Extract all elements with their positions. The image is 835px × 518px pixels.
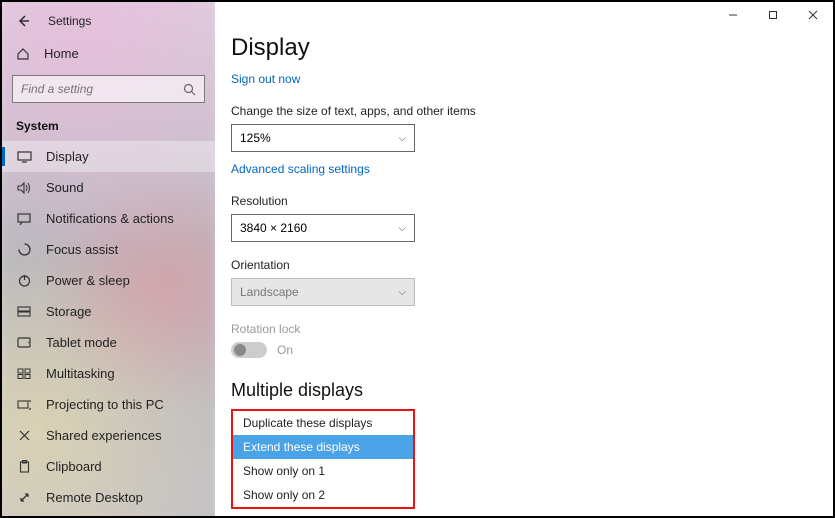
sign-out-link[interactable]: Sign out now [231, 72, 300, 86]
sidebar-item-label: Power & sleep [46, 273, 130, 288]
multi-option-duplicate[interactable]: Duplicate these displays [233, 411, 413, 435]
resolution-value: 3840 × 2160 [240, 221, 307, 235]
section-header: System [2, 115, 215, 141]
resolution-select[interactable]: 3840 × 2160 ⌵ [231, 214, 415, 242]
scale-select[interactable]: 125% ⌵ [231, 124, 415, 152]
home-icon [16, 47, 30, 61]
sidebar: Settings Home System [2, 2, 215, 516]
sidebar-item-label: Display [46, 149, 89, 164]
sidebar-item-projecting[interactable]: Projecting to this PC [2, 389, 215, 420]
chevron-down-icon: ⌵ [398, 287, 406, 298]
sidebar-item-tablet-mode[interactable]: Tablet mode [2, 327, 215, 358]
sidebar-item-label: Sound [46, 180, 84, 195]
sidebar-item-focus-assist[interactable]: Focus assist [2, 234, 215, 265]
sidebar-item-label: Tablet mode [46, 335, 117, 350]
chevron-down-icon: ⌵ [398, 133, 406, 144]
remote-desktop-icon [16, 491, 32, 504]
orientation-label: Orientation [231, 258, 833, 272]
sidebar-item-sound[interactable]: Sound [2, 172, 215, 203]
sidebar-item-display[interactable]: Display [2, 141, 215, 172]
rotation-lock-toggle [231, 342, 267, 358]
multitasking-icon [16, 368, 32, 379]
sidebar-item-notifications[interactable]: Notifications & actions [2, 203, 215, 234]
notifications-icon [16, 213, 32, 225]
window-title: Settings [48, 14, 91, 28]
orientation-select: Landscape ⌵ [231, 278, 415, 306]
storage-icon [16, 306, 32, 317]
projecting-icon [16, 399, 32, 411]
sidebar-item-label: Clipboard [46, 459, 102, 474]
sidebar-item-label: Notifications & actions [46, 211, 174, 226]
sound-icon [16, 182, 32, 194]
search-icon [183, 83, 196, 96]
sidebar-item-shared-experiences[interactable]: Shared experiences [2, 420, 215, 451]
sidebar-item-label: Shared experiences [46, 428, 162, 443]
clipboard-icon [16, 460, 32, 473]
minimize-button[interactable] [713, 2, 753, 28]
sidebar-item-power-sleep[interactable]: Power & sleep [2, 265, 215, 296]
multi-option-extend[interactable]: Extend these displays [233, 435, 413, 459]
power-icon [16, 274, 32, 287]
multiple-displays-dropdown[interactable]: Duplicate these displays Extend these di… [231, 409, 415, 509]
scale-value: 125% [240, 131, 271, 145]
multi-option-only1[interactable]: Show only on 1 [233, 459, 413, 483]
multi-option-only2[interactable]: Show only on 2 [233, 483, 413, 507]
sidebar-item-label: Multitasking [46, 366, 115, 381]
rotation-lock-label: Rotation lock [231, 322, 833, 336]
orientation-value: Landscape [240, 285, 299, 299]
advanced-display-link[interactable]: Advanced display settings [231, 515, 370, 516]
resolution-label: Resolution [231, 194, 833, 208]
maximize-button[interactable] [753, 2, 793, 28]
sidebar-item-label: Projecting to this PC [46, 397, 164, 412]
multiple-displays-header: Multiple displays [231, 380, 833, 401]
sidebar-item-storage[interactable]: Storage [2, 296, 215, 327]
home-nav[interactable]: Home [2, 38, 215, 69]
focus-assist-icon [16, 243, 32, 256]
advanced-scaling-link[interactable]: Advanced scaling settings [231, 162, 370, 176]
chevron-down-icon: ⌵ [398, 223, 406, 234]
rotation-lock-state: On [277, 343, 293, 357]
main-content: Display Sign out now Change the size of … [215, 2, 833, 516]
sidebar-item-multitasking[interactable]: Multitasking [2, 358, 215, 389]
tablet-icon [16, 337, 32, 348]
sidebar-item-label: Focus assist [46, 242, 118, 257]
back-button[interactable] [16, 14, 30, 28]
sidebar-item-label: Storage [46, 304, 92, 319]
close-button[interactable] [793, 2, 833, 28]
sidebar-item-remote-desktop[interactable]: Remote Desktop [2, 482, 215, 513]
scale-label: Change the size of text, apps, and other… [231, 104, 833, 118]
home-label: Home [44, 46, 79, 61]
sidebar-item-clipboard[interactable]: Clipboard [2, 451, 215, 482]
page-title: Display [231, 34, 833, 62]
display-icon [16, 151, 32, 163]
sidebar-item-label: Remote Desktop [46, 490, 143, 505]
search-input[interactable] [12, 75, 205, 103]
shared-icon [16, 429, 32, 442]
